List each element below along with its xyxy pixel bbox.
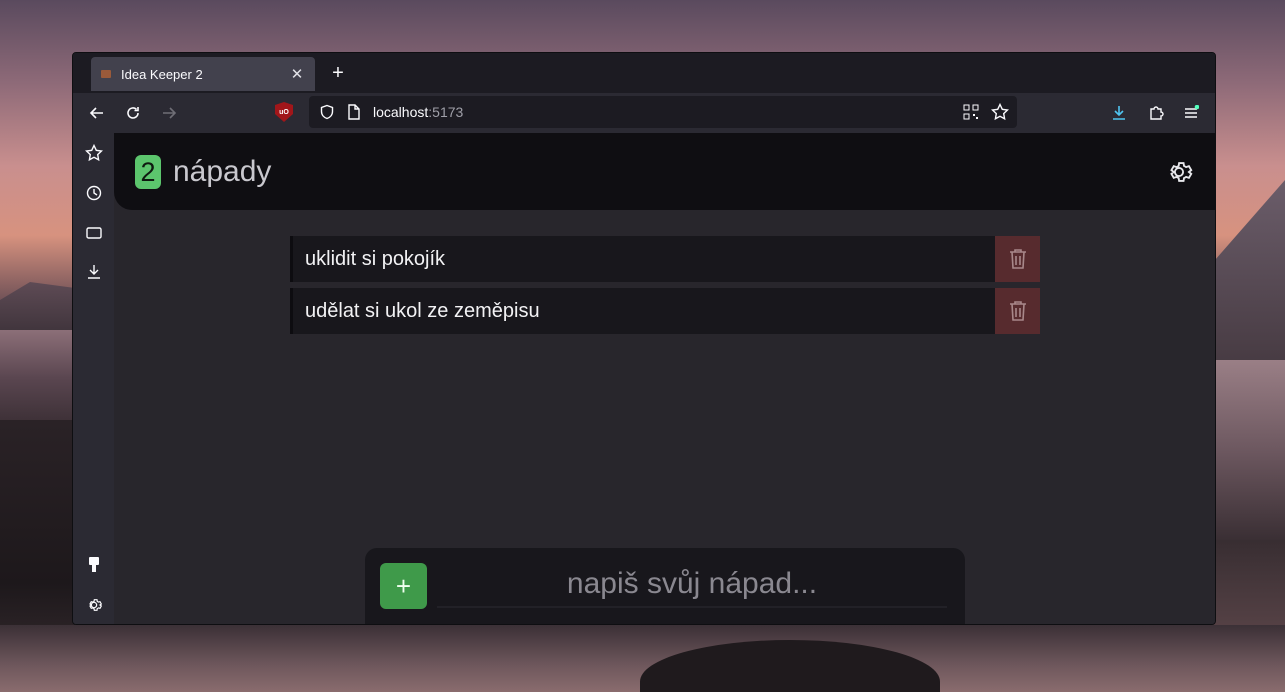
idea-item: udělat si ukol ze zeměpisu [290, 288, 1040, 334]
sidebar-settings-button[interactable] [84, 595, 104, 615]
sidebar-customize-button[interactable] [84, 555, 104, 575]
hamburger-menu-icon [1185, 105, 1199, 118]
download-icon [1113, 106, 1125, 120]
idea-list: uklidit si pokojík udělat si ukol ze zem… [290, 236, 1040, 340]
browser-content: 2 nápady uklidit si pokojík udělat si uk… [73, 133, 1215, 624]
reload-button[interactable] [121, 101, 145, 125]
star-icon [85, 144, 103, 162]
forward-button[interactable] [157, 101, 181, 125]
reload-icon [127, 107, 139, 119]
favicon-icon [101, 70, 111, 78]
sidebar-bookmarks-button[interactable] [84, 143, 104, 163]
new-idea-bar: + [365, 548, 965, 624]
idea-text: udělat si ukol ze zeměpisu [305, 300, 540, 322]
paintbrush-icon [89, 557, 99, 572]
close-tab-icon[interactable]: ✕ [289, 65, 305, 83]
sidebar-history-button[interactable] [84, 183, 104, 203]
idea-text: uklidit si pokojík [305, 248, 446, 270]
wallpaper-mountain-right [1215, 180, 1285, 380]
sidebar-tabs-button[interactable] [84, 223, 104, 243]
nav-bar: uO localhost:5173 [73, 93, 1215, 133]
page-title: nápady [173, 155, 272, 188]
url-port: :5173 [428, 104, 464, 120]
shield-icon [320, 104, 334, 120]
gear-icon [89, 599, 102, 611]
puzzle-icon [1150, 106, 1164, 120]
delete-idea-button[interactable] [995, 236, 1040, 282]
page-icon [348, 104, 360, 120]
idea-keeper-app: 2 nápady uklidit si pokojík udělat si uk… [114, 133, 1215, 624]
extensions-button[interactable] [1144, 101, 1168, 125]
new-idea-input[interactable] [437, 562, 947, 608]
tab-bar: Idea Keeper 2 ✕ + [73, 53, 1215, 93]
trash-icon [1009, 249, 1026, 269]
arrow-left-icon [89, 107, 103, 119]
menu-button[interactable] [1179, 101, 1203, 125]
browser-window: Idea Keeper 2 ✕ + uO localhost:5173 2 n… [72, 52, 1216, 625]
bookmark-star-icon[interactable] [991, 103, 1009, 121]
app-header: 2 nápady [114, 133, 1215, 210]
download-icon [88, 265, 100, 279]
arrow-right-icon [163, 107, 177, 119]
delete-idea-button[interactable] [995, 288, 1040, 334]
back-button[interactable] [85, 101, 109, 125]
gear-icon [1170, 162, 1193, 182]
settings-button[interactable] [1165, 158, 1193, 186]
tab-idea-keeper[interactable]: Idea Keeper 2 ✕ [91, 57, 315, 91]
qr-code-icon[interactable] [963, 104, 979, 120]
wallpaper-lake-right [1215, 360, 1285, 540]
trash-icon [1009, 301, 1026, 321]
sidebar-downloads-button[interactable] [84, 262, 104, 282]
idea-item: uklidit si pokojík [290, 236, 1040, 282]
url-host: localhost [373, 104, 429, 120]
window-icon [86, 227, 102, 239]
downloads-button[interactable] [1107, 101, 1131, 125]
idea-count-badge: 2 [135, 155, 161, 189]
new-tab-button[interactable]: + [327, 62, 349, 84]
clock-icon [86, 185, 102, 201]
tab-title: Idea Keeper 2 [121, 66, 203, 82]
browser-sidebar [73, 133, 114, 624]
url-bar[interactable]: localhost:5173 [309, 96, 1017, 128]
ublock-extension-button[interactable]: uO [275, 102, 293, 122]
add-idea-button[interactable]: + [380, 563, 427, 609]
